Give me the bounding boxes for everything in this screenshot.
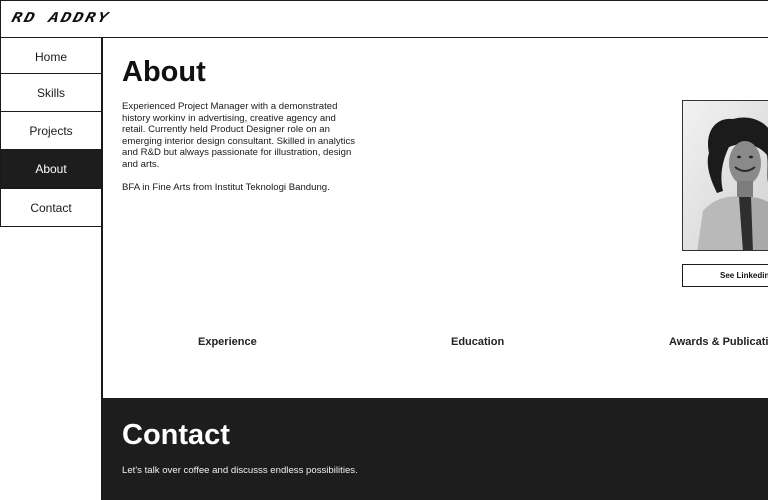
nav-item-about[interactable]: About <box>0 149 102 188</box>
tab-experience[interactable]: Experience <box>198 336 257 348</box>
site-logo[interactable]: RD ADDRY <box>10 10 112 26</box>
nav-item-skills[interactable]: Skills <box>0 73 102 112</box>
tab-awards-publications[interactable]: Awards & Publications <box>669 336 768 348</box>
contact-text: Let's talk over coffee and discusss endl… <box>122 465 358 476</box>
about-education-text: BFA in Fine Arts from Institut Teknologi… <box>122 182 330 193</box>
main-content: About Experienced Project Manager with a… <box>103 38 768 500</box>
nav-item-contact[interactable]: Contact <box>0 188 102 227</box>
top-bar: RD ADDRY <box>0 0 768 38</box>
tab-education[interactable]: Education <box>451 336 504 348</box>
about-bio-text: Experienced Project Manager with a demon… <box>122 101 356 170</box>
see-linkedin-button[interactable]: See Linkedin <box>682 264 768 287</box>
sidebar-nav: Home Skills Projects About Contact <box>0 37 103 500</box>
contact-section: Contact Let's talk over coffee and discu… <box>103 398 768 500</box>
nav-item-home[interactable]: Home <box>0 37 102 76</box>
contact-heading: Contact <box>122 419 230 451</box>
about-heading: About <box>122 56 206 88</box>
profile-photo <box>682 100 768 251</box>
nav-item-projects[interactable]: Projects <box>0 111 102 150</box>
